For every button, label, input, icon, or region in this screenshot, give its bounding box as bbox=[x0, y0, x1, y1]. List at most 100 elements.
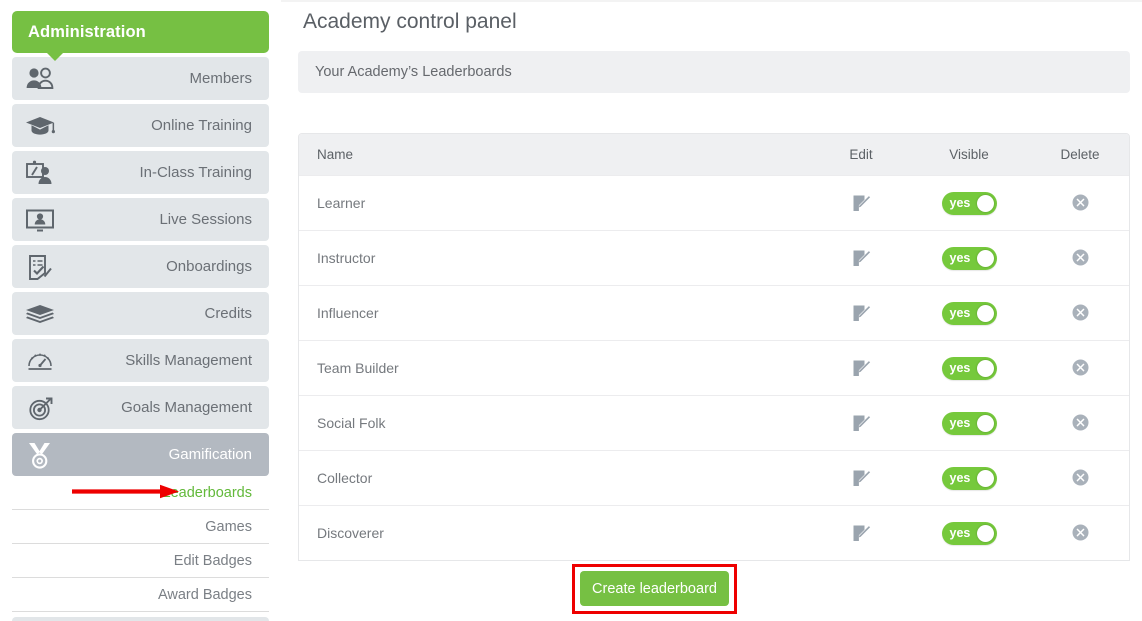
delete-icon[interactable] bbox=[1072, 249, 1089, 266]
column-header-delete: Delete bbox=[1060, 147, 1100, 162]
table-row[interactable]: Influencer yes bbox=[299, 285, 1129, 340]
edit-icon[interactable] bbox=[852, 304, 871, 323]
table-row[interactable]: Discoverer yes bbox=[299, 505, 1129, 560]
row-delete-cell[interactable] bbox=[1031, 194, 1129, 212]
delete-icon[interactable] bbox=[1072, 414, 1089, 431]
app-root: Administration Members Online Training I… bbox=[0, 0, 1142, 621]
edit-icon[interactable] bbox=[852, 359, 871, 378]
medal-icon bbox=[24, 440, 56, 470]
visible-toggle-label: yes bbox=[949, 470, 971, 485]
row-name: Collector bbox=[317, 470, 373, 486]
delete-icon[interactable] bbox=[1072, 304, 1089, 321]
visible-toggle-label: yes bbox=[949, 360, 971, 375]
visible-toggle[interactable]: yes bbox=[941, 246, 997, 270]
row-visible-cell[interactable]: yes bbox=[907, 191, 1031, 215]
row-delete-cell[interactable] bbox=[1031, 249, 1129, 267]
sidebar-item-members[interactable]: Members bbox=[12, 57, 269, 100]
sidebar-item-label: Skills Management bbox=[125, 352, 252, 369]
table-row[interactable]: Team Builder yes bbox=[299, 340, 1129, 395]
table-row[interactable]: Social Folk yes bbox=[299, 395, 1129, 450]
row-delete-cell[interactable] bbox=[1031, 524, 1129, 542]
visible-toggle-label: yes bbox=[949, 195, 971, 210]
sidebar-item-online-training[interactable]: Online Training bbox=[12, 104, 269, 147]
visible-toggle-label: yes bbox=[949, 525, 971, 540]
edit-icon[interactable] bbox=[852, 469, 871, 488]
edit-icon[interactable] bbox=[852, 524, 871, 543]
sidebar-header-label: Administration bbox=[28, 22, 146, 41]
table-row[interactable]: Collector yes bbox=[299, 450, 1129, 505]
row-edit-cell[interactable] bbox=[815, 249, 907, 268]
row-delete-cell[interactable] bbox=[1031, 469, 1129, 487]
column-header-edit: Edit bbox=[849, 147, 873, 162]
visible-toggle-label: yes bbox=[949, 415, 971, 430]
row-delete-cell[interactable] bbox=[1031, 304, 1129, 322]
row-visible-cell[interactable]: yes bbox=[907, 521, 1031, 545]
row-edit-cell[interactable] bbox=[815, 414, 907, 433]
row-delete-cell[interactable] bbox=[1031, 359, 1129, 377]
sidebar-item-onboardings[interactable]: Onboardings bbox=[12, 245, 269, 288]
sidebar-item-label: In-Class Training bbox=[139, 164, 252, 181]
sidebar-item-credits[interactable]: Credits bbox=[12, 292, 269, 335]
delete-icon[interactable] bbox=[1072, 359, 1089, 376]
toggle-knob bbox=[976, 524, 994, 542]
row-name: Team Builder bbox=[317, 360, 399, 376]
toggle-knob bbox=[976, 194, 994, 212]
sidebar-subitem-label: Edit Badges bbox=[173, 552, 252, 569]
row-name: Learner bbox=[317, 195, 366, 211]
sidebar-header-administration[interactable]: Administration bbox=[12, 11, 269, 61]
whiteboard-person-icon bbox=[24, 158, 56, 188]
sidebar-item-goals-management[interactable]: Goals Management bbox=[12, 386, 269, 429]
row-edit-cell[interactable] bbox=[815, 359, 907, 378]
edit-icon[interactable] bbox=[852, 194, 871, 213]
table-row[interactable]: Instructor yes bbox=[299, 230, 1129, 285]
leaderboards-subtitle-bar: Your Academy’s Leaderboards bbox=[298, 51, 1130, 93]
sidebar: Administration Members Online Training I… bbox=[0, 0, 281, 621]
two-people-icon bbox=[24, 64, 56, 94]
toggle-knob bbox=[976, 249, 994, 267]
visible-toggle[interactable]: yes bbox=[941, 466, 997, 490]
row-visible-cell[interactable]: yes bbox=[907, 466, 1031, 490]
table-row[interactable]: Learner yes bbox=[299, 175, 1129, 230]
sidebar-item-live-sessions[interactable]: Live Sessions bbox=[12, 198, 269, 241]
row-visible-cell[interactable]: yes bbox=[907, 301, 1031, 325]
visible-toggle[interactable]: yes bbox=[941, 301, 997, 325]
delete-icon[interactable] bbox=[1072, 524, 1089, 541]
sidebar-item-skills-management[interactable]: Skills Management bbox=[12, 339, 269, 382]
row-visible-cell[interactable]: yes bbox=[907, 246, 1031, 270]
row-name: Influencer bbox=[317, 305, 379, 321]
sidebar-item-next-partial[interactable] bbox=[12, 617, 269, 621]
row-visible-cell[interactable]: yes bbox=[907, 356, 1031, 380]
sidebar-item-gamification[interactable]: Gamification bbox=[12, 433, 269, 476]
visible-toggle[interactable]: yes bbox=[941, 521, 997, 545]
delete-icon[interactable] bbox=[1072, 194, 1089, 211]
edit-icon[interactable] bbox=[852, 249, 871, 268]
row-name: Instructor bbox=[317, 250, 376, 266]
sidebar-subitem-edit-badges[interactable]: Edit Badges bbox=[12, 544, 269, 578]
sidebar-subitem-leaderboards[interactable]: Leaderboards bbox=[12, 476, 269, 510]
toggle-knob bbox=[976, 469, 994, 487]
edit-icon[interactable] bbox=[852, 414, 871, 433]
sidebar-item-label: Members bbox=[189, 70, 252, 87]
row-edit-cell[interactable] bbox=[815, 524, 907, 543]
target-arrow-icon bbox=[24, 393, 56, 423]
graduation-cap-icon bbox=[24, 111, 56, 141]
row-edit-cell[interactable] bbox=[815, 469, 907, 488]
row-edit-cell[interactable] bbox=[815, 304, 907, 323]
visible-toggle[interactable]: yes bbox=[941, 356, 997, 380]
sidebar-item-label: Online Training bbox=[151, 117, 252, 134]
leaderboards-table: Name Edit Visible Delete Learner yes Ins… bbox=[298, 133, 1130, 561]
visible-toggle[interactable]: yes bbox=[941, 411, 997, 435]
create-leaderboard-button[interactable]: Create leaderboard bbox=[580, 571, 729, 606]
monitor-person-icon bbox=[24, 205, 56, 235]
visible-toggle[interactable]: yes bbox=[941, 191, 997, 215]
visible-toggle-label: yes bbox=[949, 305, 971, 320]
row-visible-cell[interactable]: yes bbox=[907, 411, 1031, 435]
sidebar-subitem-games[interactable]: Games bbox=[12, 510, 269, 544]
row-edit-cell[interactable] bbox=[815, 194, 907, 213]
page-title: Academy control panel bbox=[303, 10, 517, 33]
delete-icon[interactable] bbox=[1072, 469, 1089, 486]
sidebar-item-in-class-training[interactable]: In-Class Training bbox=[12, 151, 269, 194]
toggle-knob bbox=[976, 359, 994, 377]
sidebar-subitem-award-badges[interactable]: Award Badges bbox=[12, 578, 269, 612]
row-delete-cell[interactable] bbox=[1031, 414, 1129, 432]
